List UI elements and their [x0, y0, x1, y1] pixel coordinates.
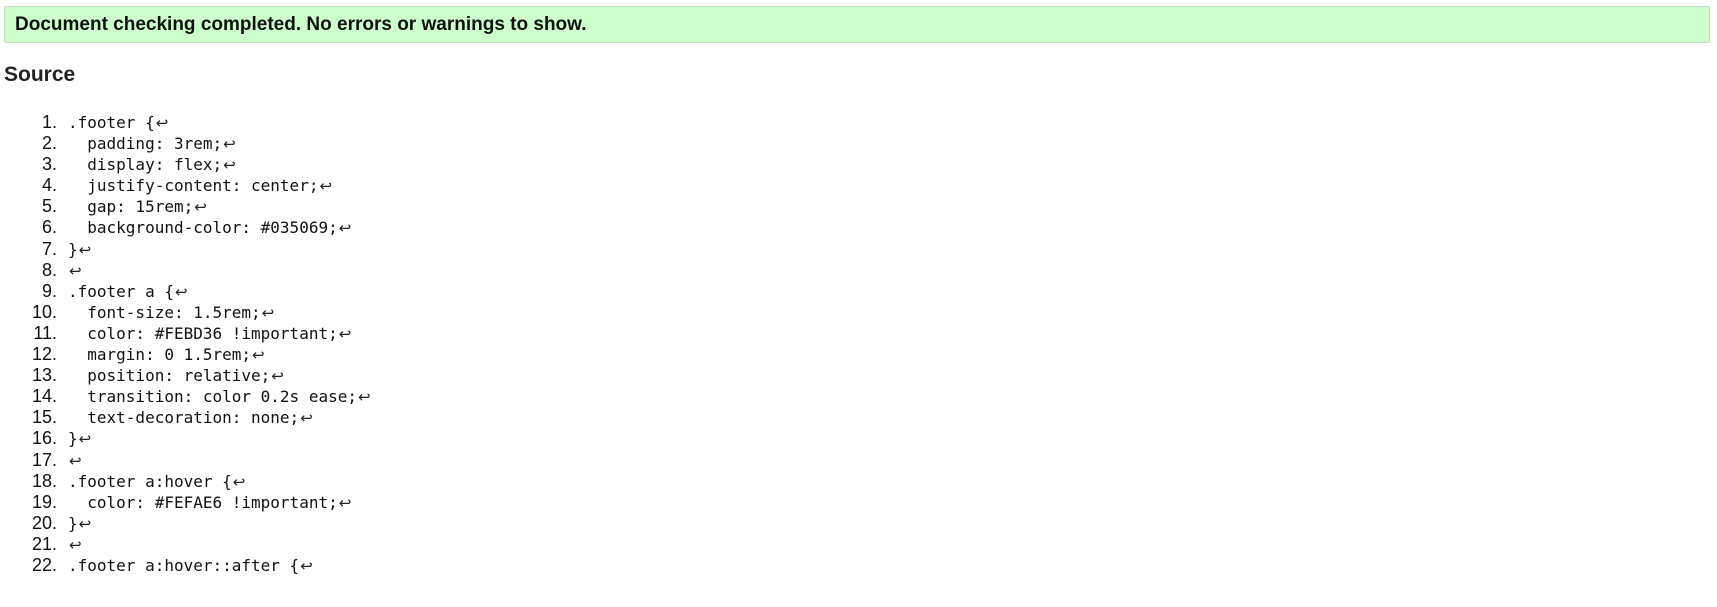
source-line: gap: 15rem;↩ — [62, 196, 1702, 217]
source-line: display: flex;↩ — [62, 154, 1702, 175]
newline-icon: ↩ — [69, 451, 82, 470]
newline-icon: ↩ — [357, 388, 371, 407]
source-line: color: #FEBD36 !important;↩ — [62, 323, 1702, 344]
source-line-text: padding: 3rem; — [68, 134, 223, 154]
source-line: color: #FEFAE6 !important;↩ — [62, 492, 1702, 513]
source-line-text: gap: 15rem; — [68, 197, 194, 217]
source-line-text: background-color: #035069; — [68, 218, 338, 238]
newline-icon: ↩ — [155, 114, 169, 132]
source-line: padding: 3rem;↩ — [62, 133, 1702, 154]
source-line-text: justify-content: center; — [68, 176, 319, 196]
source-line: }↩ — [62, 513, 1702, 534]
source-code-list: .footer {↩ padding: 3rem;↩ display: flex… — [0, 112, 1702, 576]
source-line: .footer a:hover::after {↩ — [62, 555, 1702, 576]
newline-icon: ↩ — [232, 472, 246, 491]
source-line: ↩ — [62, 534, 1702, 555]
source-line: position: relative;↩ — [62, 365, 1702, 386]
newline-icon: ↩ — [338, 219, 352, 238]
newline-icon: ↩ — [194, 198, 207, 217]
newline-icon: ↩ — [223, 156, 236, 175]
source-line-text: color: #FEBD36 !important; — [68, 323, 338, 343]
source-line: transition: color 0.2s ease;↩ — [62, 386, 1702, 407]
newline-icon: ↩ — [174, 282, 188, 301]
source-line-text: .footer a:hover::after { — [68, 555, 300, 575]
source-line: }↩ — [62, 239, 1702, 260]
source-heading: Source — [4, 63, 76, 86]
source-line: text-decoration: none;↩ — [62, 407, 1702, 428]
source-line: .footer a:hover {↩ — [62, 471, 1702, 492]
newline-icon: ↩ — [78, 240, 92, 259]
source-line-text: color: #FEFAE6 !important; — [68, 492, 338, 512]
source-line: font-size: 1.5rem;↩ — [62, 302, 1702, 323]
newline-icon: ↩ — [300, 409, 313, 428]
validation-success-banner: Document checking completed. No errors o… — [4, 6, 1710, 43]
source-line: background-color: #035069;↩ — [62, 217, 1702, 238]
newline-icon: ↩ — [338, 493, 352, 512]
source-line-text: } — [68, 513, 78, 533]
newline-icon: ↩ — [261, 303, 275, 322]
newline-icon: ↩ — [223, 135, 236, 154]
source-line: .footer a {↩ — [62, 281, 1702, 302]
newline-icon: ↩ — [300, 556, 313, 575]
newline-icon: ↩ — [78, 430, 92, 449]
source-line-text: text-decoration: none; — [68, 408, 300, 428]
banner-message: Document checking completed. No errors o… — [15, 13, 587, 35]
newline-icon: ↩ — [338, 324, 352, 343]
source-line-text: position: relative; — [68, 366, 271, 386]
source-line: }↩ — [62, 428, 1702, 449]
source-line-text: .footer a { — [68, 281, 174, 301]
newline-icon: ↩ — [319, 177, 333, 196]
source-line-text: .footer a:hover { — [68, 471, 232, 491]
source-line-text: display: flex; — [68, 155, 223, 175]
newline-icon: ↩ — [69, 535, 82, 554]
source-line-text: .footer { — [68, 113, 155, 132]
source-line: justify-content: center;↩ — [62, 175, 1702, 196]
newline-icon: ↩ — [69, 261, 82, 280]
newline-icon: ↩ — [78, 514, 92, 533]
source-line-text: transition: color 0.2s ease; — [68, 387, 357, 407]
newline-icon: ↩ — [271, 367, 284, 386]
source-line: margin: 0 1.5rem;↩ — [62, 344, 1702, 365]
newline-icon: ↩ — [252, 346, 265, 365]
source-line: ↩ — [62, 260, 1702, 281]
source-line: .footer {↩ — [62, 112, 1702, 133]
source-line-text: } — [68, 239, 78, 259]
source-line-text: margin: 0 1.5rem; — [68, 345, 252, 365]
source-line-text: font-size: 1.5rem; — [68, 302, 261, 322]
source-line: ↩ — [62, 450, 1702, 471]
source-line-text: } — [68, 429, 78, 449]
